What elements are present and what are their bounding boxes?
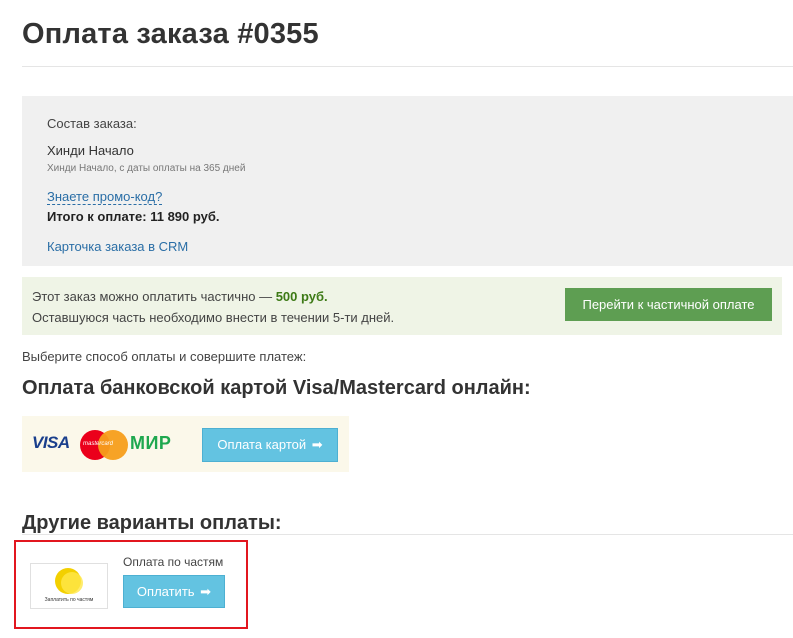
mastercard-logo: mastercard — [80, 430, 128, 460]
mir-logo: МИР — [130, 433, 172, 453]
order-total: Итого к оплате: 11 890 руб. — [47, 209, 220, 224]
product-name: Хинди Начало — [47, 143, 134, 158]
partial-payment-line2: Оставшуюся часть необходимо внести в теч… — [32, 310, 395, 325]
installment-logo-text: Заплатить по частям — [44, 597, 94, 603]
title-divider — [22, 66, 793, 67]
partial-payment-button[interactable]: Перейти к частичной оплате — [565, 288, 772, 321]
pay-by-card-label: Оплата картой — [217, 437, 307, 452]
promo-code-link[interactable]: Знаете промо-код? — [47, 189, 163, 205]
installment-logo: Заплатить по частям — [30, 563, 108, 609]
partial-payment-line1: Этот заказ можно оплатить частично — 500… — [32, 289, 328, 304]
page-title: Оплата заказа #0355 — [22, 18, 319, 50]
visa-logo: VISA — [32, 433, 70, 452]
choose-payment-text: Выберите способ оплаты и совершите плате… — [22, 349, 307, 364]
installment-label: Оплата по частям — [123, 555, 224, 569]
order-label: Состав заказа: — [47, 116, 137, 131]
crm-order-card-link[interactable]: Карточка заказа в CRM — [47, 239, 188, 254]
installment-pay-label: Оплатить — [136, 583, 195, 599]
other-payment-divider — [22, 534, 793, 535]
partial-payment-amount: 500 руб. — [275, 289, 328, 304]
pay-by-card-button[interactable]: Оплата картой ➡ — [202, 428, 338, 462]
mastercard-logo-text: mastercard — [83, 441, 114, 447]
partial-payment-text: Этот заказ можно оплатить частично — — [32, 289, 276, 304]
product-description: Хинди Начало, с даты оплаты на 365 дней — [47, 163, 246, 174]
card-payment-box: VISA mastercard МИР Оплата картой ➡ — [22, 416, 349, 472]
arrow-right-icon: ➡ — [311, 437, 323, 452]
partial-payment-notice: Этот заказ можно оплатить частично — 500… — [22, 277, 782, 335]
installment-pay-button[interactable]: Оплатить ➡ — [123, 575, 225, 608]
card-payment-heading: Оплата банковской картой Visa/Mastercard… — [22, 377, 531, 399]
order-summary: Состав заказа: Хинди Начало Хинди Начало… — [22, 96, 793, 266]
arrow-right-icon: ➡ — [200, 583, 212, 599]
other-payment-heading: Другие варианты оплаты: — [22, 512, 282, 534]
